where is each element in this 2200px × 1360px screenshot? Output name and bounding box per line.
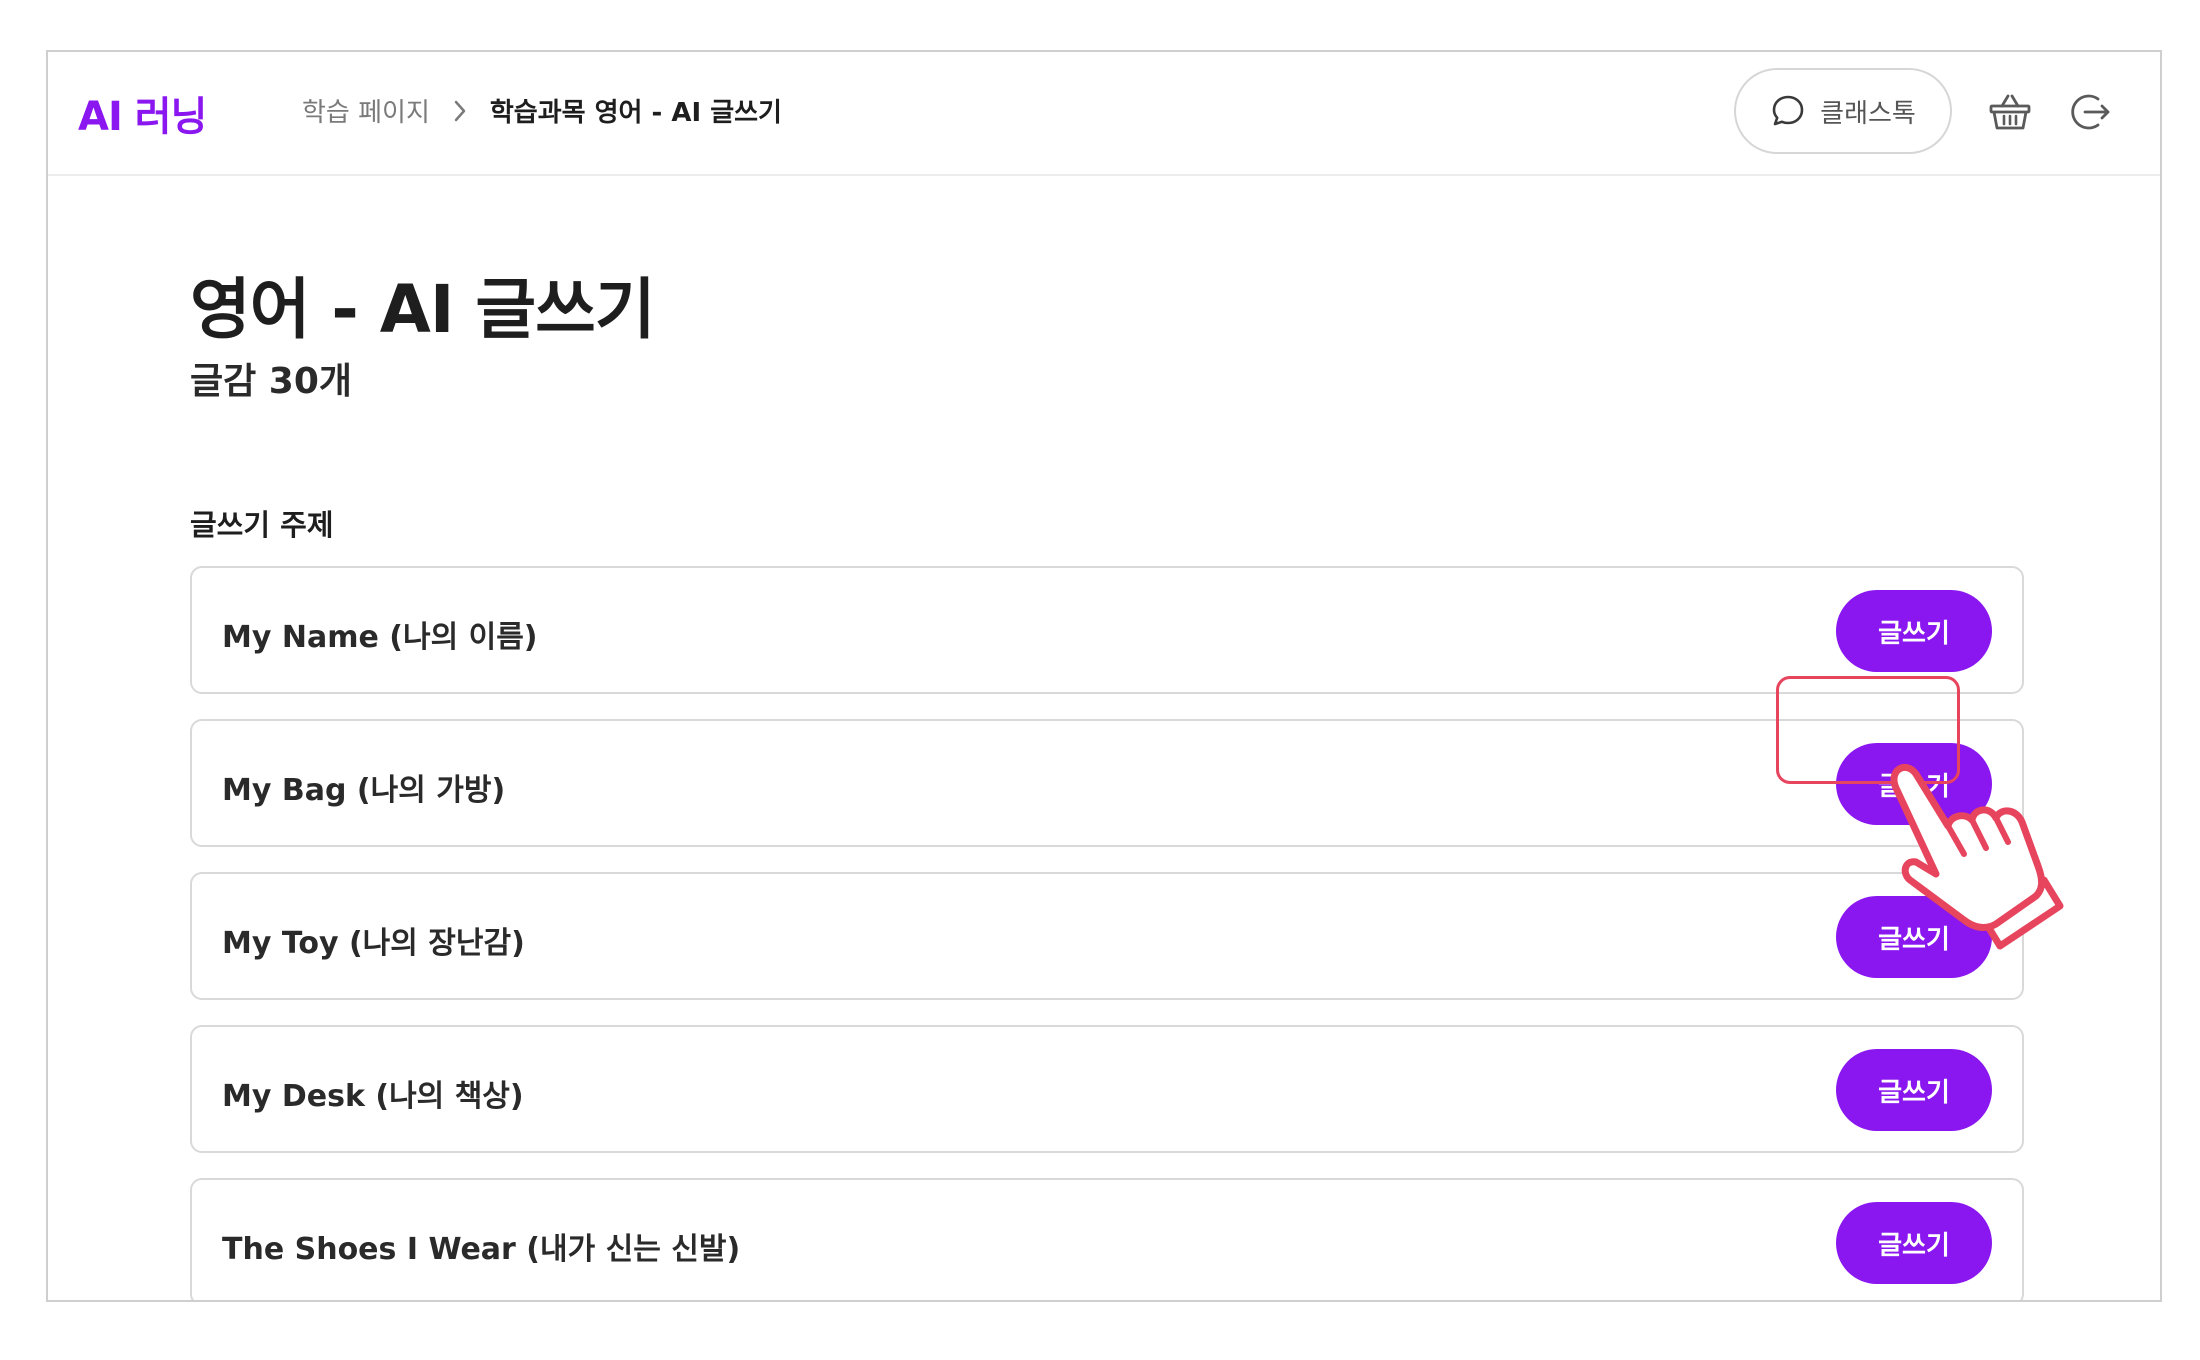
app-window: AI 러닝 학습 페이지 학습과목 영어 - AI 글쓰기 클래스톡 영어 - … (46, 50, 2162, 1302)
breadcrumb: 학습 페이지 학습과목 영어 - AI 글쓰기 (302, 92, 782, 129)
topic-title: My Bag (나의 가방) (222, 773, 506, 808)
topic-row-my-toy: My Toy (나의 장난감) 글쓰기 (190, 872, 2024, 1000)
basket-icon[interactable] (1986, 88, 2034, 136)
topic-row-my-desk: My Desk (나의 책상) 글쓰기 (190, 1025, 2024, 1153)
topic-list: My Name (나의 이름) 글쓰기 My Bag (나의 가방) 글쓰기 M… (190, 566, 2024, 1300)
page-title: 영어 - AI 글쓰기 (190, 271, 656, 348)
chevron-right-icon (452, 99, 468, 123)
topic-title: The Shoes I Wear (내가 신는 신발) (222, 1232, 741, 1267)
section-title: 글쓰기 주제 (190, 508, 334, 542)
topic-title: My Desk (나의 책상) (222, 1079, 524, 1114)
topic-row-my-name: My Name (나의 이름) 글쓰기 (190, 566, 2024, 694)
write-button[interactable]: 글쓰기 (1836, 896, 1992, 978)
top-navigation-bar: AI 러닝 학습 페이지 학습과목 영어 - AI 글쓰기 클래스톡 (48, 52, 2160, 176)
class-talk-label: 클래스톡 (1820, 98, 1916, 129)
write-button[interactable]: 글쓰기 (1836, 1202, 1992, 1284)
topic-row-my-bag: My Bag (나의 가방) 글쓰기 (190, 719, 2024, 847)
write-button[interactable]: 글쓰기 (1836, 743, 1992, 825)
breadcrumb-learning-page[interactable]: 학습 페이지 (302, 92, 430, 129)
write-button[interactable]: 글쓰기 (1836, 1049, 1992, 1131)
write-button[interactable]: 글쓰기 (1836, 590, 1992, 672)
class-talk-button[interactable]: 클래스톡 (1734, 68, 1952, 154)
topic-count: 글감 30개 (190, 361, 352, 402)
chat-bubble-icon (1770, 93, 1806, 129)
breadcrumb-current-page: 학습과목 영어 - AI 글쓰기 (489, 98, 782, 128)
logout-icon[interactable] (2066, 88, 2114, 136)
topic-title: My Toy (나의 장난감) (222, 926, 525, 961)
logo[interactable]: AI 러닝 (78, 84, 207, 142)
topic-row-the-shoes-i-wear: The Shoes I Wear (내가 신는 신발) 글쓰기 (190, 1178, 2024, 1300)
topic-title: My Name (나의 이름) (222, 620, 538, 655)
